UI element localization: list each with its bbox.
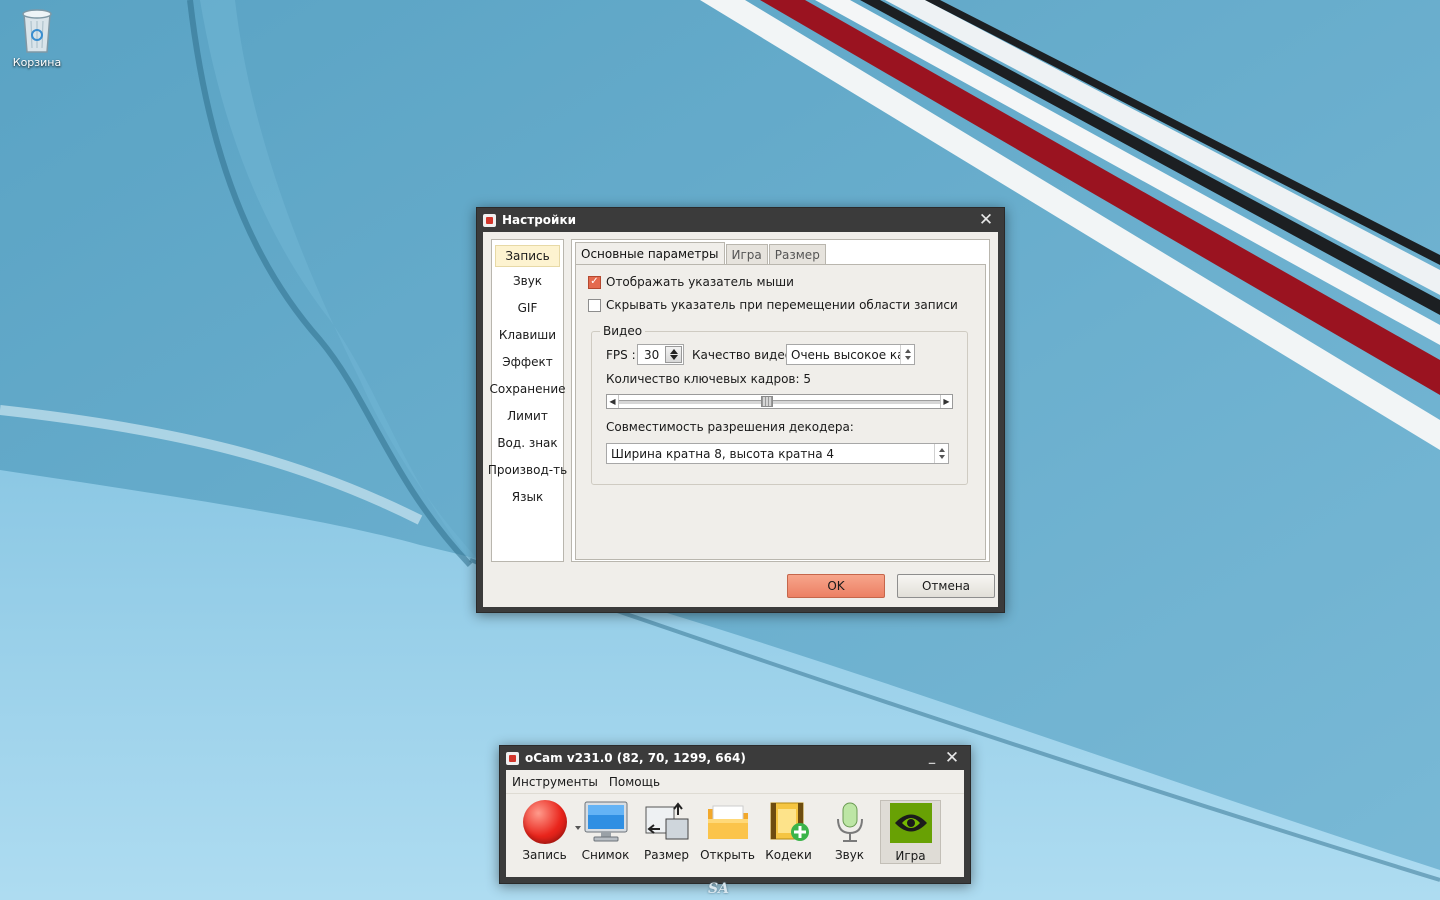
- close-icon[interactable]: ✕: [942, 748, 962, 768]
- watermark-text: SA: [708, 881, 729, 897]
- category-gif[interactable]: GIF: [492, 294, 563, 321]
- settings-pane: Основные параметры Игра Размер ✓ Отображ…: [571, 239, 990, 562]
- ok-button[interactable]: OK: [787, 574, 885, 598]
- recycle-bin-icon: [22, 9, 52, 53]
- record-button[interactable]: Запись: [514, 800, 581, 864]
- tab-strip: Основные параметры Игра Размер: [575, 242, 827, 265]
- video-group: Видео FPS : 30 Качество видео: Очень выс…: [591, 324, 968, 485]
- record-label: Запись: [522, 848, 567, 862]
- monitor-icon: [584, 801, 627, 842]
- ocam-window: oCam v231.0 (82, 70, 1299, 664) _ ✕ Инст…: [499, 745, 971, 884]
- category-limit[interactable]: Лимит: [492, 402, 563, 429]
- category-hotkeys[interactable]: Клавиши: [492, 321, 563, 348]
- resize-label: Размер: [643, 848, 690, 862]
- quality-select[interactable]: Очень высокое кач: [786, 344, 915, 365]
- decoder-label: Совместимость разрешения декодера:: [606, 420, 854, 434]
- settings-client: Запись Звук GIF Клавиши Эффект Сохранени…: [483, 232, 998, 607]
- hide-cursor-option[interactable]: Скрывать указатель при перемещении облас…: [588, 298, 958, 312]
- ocam-titlebar[interactable]: oCam v231.0 (82, 70, 1299, 664) _ ✕: [506, 746, 964, 770]
- settings-dialog: Настройки ✕ Запись Звук GIF Клавиши Эффе…: [476, 207, 1005, 613]
- codecs-icon: [770, 802, 809, 841]
- recycle-bin[interactable]: Корзина: [6, 6, 68, 69]
- hide-cursor-checkbox[interactable]: [588, 298, 601, 312]
- codecs-label: Кодеки: [765, 848, 812, 862]
- keyframes-slider[interactable]: ◀ ▶: [606, 394, 953, 409]
- close-icon[interactable]: ✕: [976, 210, 996, 230]
- category-save[interactable]: Сохранение: [489, 375, 565, 402]
- microphone-icon: [836, 802, 863, 842]
- cancel-button[interactable]: Отмена: [897, 574, 995, 598]
- hide-cursor-label: Скрывать указатель при перемещении облас…: [606, 298, 958, 312]
- decoder-value: Ширина кратна 8, высота кратна 4: [611, 446, 835, 461]
- slider-right-arrow-icon[interactable]: ▶: [940, 395, 952, 408]
- tab-size[interactable]: Размер: [768, 244, 826, 265]
- category-language[interactable]: Язык: [492, 483, 563, 510]
- screenshot-label: Снимок: [581, 848, 630, 862]
- category-record[interactable]: Запись: [495, 245, 560, 267]
- ocam-title: oCam v231.0 (82, 70, 1299, 664): [525, 751, 746, 765]
- show-cursor-option[interactable]: ✓ Отображать указатель мыши: [588, 275, 794, 289]
- quality-value: Очень высокое кач: [791, 347, 900, 362]
- minimize-icon[interactable]: _: [924, 748, 940, 768]
- ocam-menubar: Инструменты Помощь: [506, 770, 964, 794]
- slider-track: [619, 400, 940, 404]
- ocam-client: Инструменты Помощь Запись Снимок Размер …: [506, 770, 964, 877]
- show-cursor-checkbox[interactable]: ✓: [588, 275, 601, 289]
- category-watermark[interactable]: Вод. знак: [492, 429, 563, 456]
- fps-up-down-icon[interactable]: [665, 346, 682, 363]
- sound-button[interactable]: Звук: [819, 800, 880, 864]
- category-list: Запись Звук GIF Клавиши Эффект Сохранени…: [488, 239, 567, 562]
- codecs-button[interactable]: Кодеки: [758, 800, 819, 864]
- settings-title: Настройки: [502, 213, 577, 227]
- quality-updown-icon[interactable]: [900, 345, 914, 364]
- sound-label: Звук: [834, 848, 865, 862]
- decoder-select[interactable]: Ширина кратна 8, высота кратна 4: [606, 443, 949, 464]
- game-label: Игра: [895, 849, 926, 863]
- menu-tools[interactable]: Инструменты: [512, 775, 598, 789]
- recycle-bin-label: Корзина: [12, 56, 62, 69]
- show-cursor-label: Отображать указатель мыши: [606, 275, 794, 289]
- menu-help[interactable]: Помощь: [609, 775, 660, 789]
- slider-thumb[interactable]: [761, 396, 774, 407]
- resize-icon: [645, 802, 688, 840]
- ocam-toolbar: Запись Снимок Размер Открыть Кодеки Звук…: [514, 800, 941, 864]
- fps-value: 30: [644, 347, 660, 362]
- game-button[interactable]: Игра: [880, 800, 941, 864]
- folder-icon: [707, 805, 748, 839]
- tab-basic-params[interactable]: Основные параметры: [575, 242, 725, 265]
- slider-left-arrow-icon[interactable]: ◀: [607, 395, 619, 408]
- open-label: Открыть: [700, 848, 755, 862]
- category-sound[interactable]: Звук: [492, 267, 563, 294]
- tab-page-basic: ✓ Отображать указатель мыши Скрывать ука…: [575, 264, 986, 560]
- tab-game[interactable]: Игра: [725, 244, 768, 265]
- keyframes-label: Количество ключевых кадров: 5: [606, 372, 811, 386]
- ocam-app-icon: [483, 213, 496, 227]
- ocam-app-icon: [506, 751, 519, 765]
- category-performance[interactable]: Производ-ть: [488, 456, 567, 483]
- quality-label: Качество видео:: [692, 348, 797, 362]
- fps-spinner[interactable]: 30: [637, 344, 684, 365]
- open-button[interactable]: Открыть: [697, 800, 758, 864]
- fps-label: FPS :: [606, 348, 636, 362]
- nvidia-game-icon: [889, 803, 932, 843]
- category-effect[interactable]: Эффект: [492, 348, 563, 375]
- decoder-updown-icon[interactable]: [934, 444, 948, 463]
- video-group-title: Видео: [600, 324, 646, 338]
- record-icon: [522, 800, 567, 844]
- screenshot-button[interactable]: Снимок: [575, 800, 636, 864]
- resize-button[interactable]: Размер: [636, 800, 697, 864]
- settings-titlebar[interactable]: Настройки ✕: [483, 208, 998, 232]
